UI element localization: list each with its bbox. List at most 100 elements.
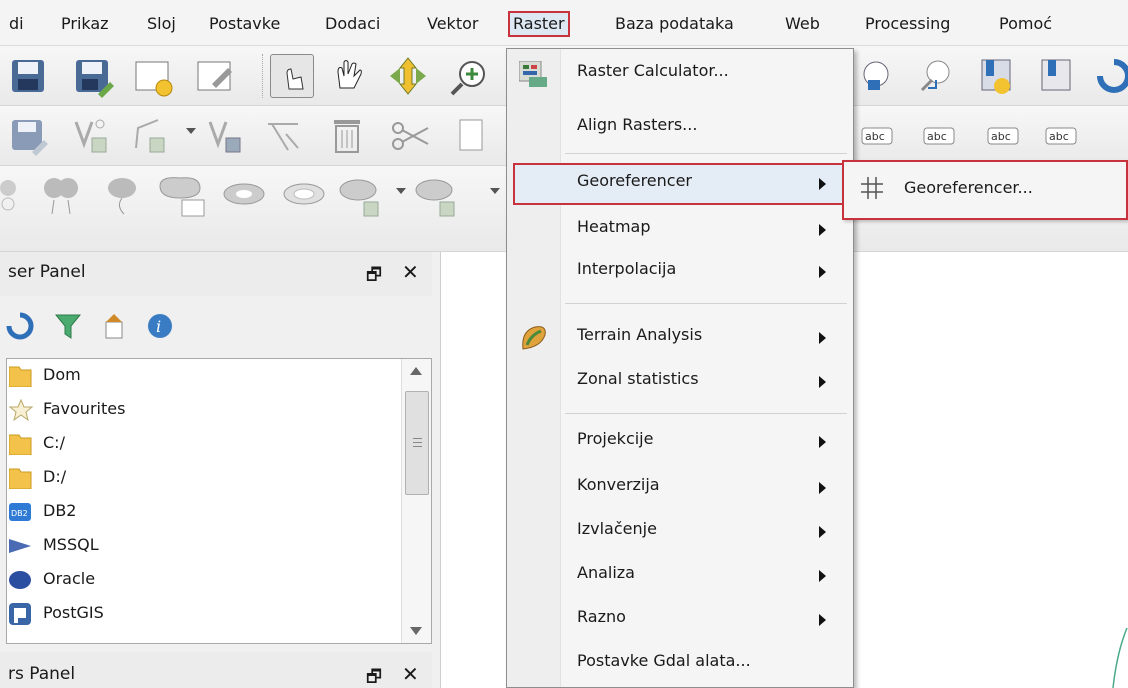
folder-icon — [8, 433, 33, 456]
menu-item-analiza[interactable]: Analiza — [513, 555, 849, 597]
collapse-all-icon[interactable] — [100, 312, 128, 340]
fill-ring-icon[interactable] — [156, 174, 214, 218]
toolbar-separator — [262, 54, 264, 98]
label-abc-icon[interactable]: abc — [860, 114, 894, 158]
menu-item-postavke-gdal-alata[interactable]: Postavke Gdal alata... — [513, 643, 849, 685]
layers-panel-header: rs Panel 🗗 ✕ — [0, 652, 432, 688]
menu-item-postavke[interactable]: Postavke — [206, 11, 283, 37]
scroll-up-icon[interactable] — [410, 367, 422, 375]
layout-manager-icon[interactable] — [194, 54, 238, 98]
menu-item-konverzija[interactable]: Konverzija — [513, 467, 849, 509]
tree-item-postgis[interactable]: PostGIS — [7, 597, 397, 631]
float-panel-icon[interactable]: 🗗 — [366, 262, 382, 291]
menu-item-align-rasters[interactable]: Align Rasters... — [513, 107, 849, 149]
save-as-icon[interactable] — [70, 54, 114, 98]
menu-item-label: Izvlačenje — [577, 519, 657, 538]
identify-icon[interactable] — [854, 54, 898, 98]
delete-selected-icon[interactable] — [326, 114, 370, 158]
close-panel-icon[interactable]: ✕ — [402, 662, 419, 686]
pan-to-selection-icon[interactable] — [386, 54, 430, 98]
new-bookmark-icon[interactable] — [1034, 54, 1078, 98]
reshape-icon[interactable] — [338, 174, 382, 218]
zoom-to-layer-icon[interactable] — [914, 54, 958, 98]
menu-item-terrain-analysis[interactable]: Terrain Analysis — [513, 317, 849, 359]
submenu-arrow-icon — [819, 266, 826, 278]
refresh-icon[interactable] — [6, 312, 34, 340]
close-panel-icon[interactable]: ✕ — [402, 260, 419, 284]
label-abc-icon[interactable]: abc — [1044, 114, 1078, 158]
add-part-icon[interactable] — [100, 174, 144, 218]
add-line-icon[interactable] — [130, 114, 174, 158]
tree-item-label: D:/ — [43, 467, 67, 486]
menu-item-raster-calculator[interactable]: Raster Calculator... — [513, 53, 849, 95]
menu-item-pomoc[interactable]: Pomoć — [996, 11, 1055, 37]
menu-item-izvlacenje[interactable]: Izvlačenje — [513, 511, 849, 553]
menu-item-heatmap[interactable]: Heatmap — [513, 209, 849, 251]
offset-curve-icon[interactable] — [414, 174, 458, 218]
submenu-arrow-icon — [819, 570, 826, 582]
label-abc-icon[interactable]: abc — [922, 114, 956, 158]
menu-item-zonal-statistics[interactable]: Zonal statistics — [513, 361, 849, 403]
menu-bar: di Prikaz Sloj Postavke Dodaci Vektor Ra… — [0, 0, 1128, 46]
copy-features-icon[interactable] — [446, 114, 490, 158]
scroll-down-icon[interactable] — [410, 627, 422, 635]
scroll-thumb[interactable] — [405, 391, 429, 495]
tree-item-oracle[interactable]: Oracle — [7, 563, 397, 597]
submenu-arrow-icon — [819, 482, 826, 494]
menu-item-vektor[interactable]: Vektor — [424, 11, 481, 37]
menu-item-label: Postavke Gdal alata... — [577, 651, 751, 670]
add-ring-icon[interactable] — [40, 174, 84, 218]
tree-item-mssql[interactable]: MSSQL — [7, 529, 397, 563]
menu-item-projekcije[interactable]: Projekcije — [513, 421, 849, 463]
simplify-feature-icon[interactable] — [0, 174, 30, 218]
info-icon[interactable]: i — [146, 312, 174, 340]
float-panel-icon[interactable]: 🗗 — [366, 664, 382, 688]
label-abc-icon[interactable]: abc — [986, 114, 1020, 158]
move-feature-icon[interactable] — [204, 114, 248, 158]
add-point-icon[interactable] — [70, 114, 114, 158]
refresh-icon[interactable] — [1092, 54, 1128, 98]
new-print-layout-icon[interactable] — [132, 54, 176, 98]
dropdown-arrow-icon[interactable] — [186, 128, 196, 134]
submenu-arrow-icon — [819, 224, 826, 236]
scrollbar[interactable] — [401, 359, 431, 643]
submenu-arrow-icon — [819, 376, 826, 388]
menu-item-dodaci[interactable]: Dodaci — [322, 11, 383, 37]
menu-item-uredi[interactable]: di — [6, 11, 27, 37]
zoom-in-icon[interactable] — [446, 54, 490, 98]
tree-item-favourites[interactable]: Favourites — [7, 393, 397, 427]
cut-features-icon[interactable] — [388, 114, 432, 158]
tree-item-dom[interactable]: Dom — [7, 359, 397, 393]
browser-tree[interactable]: Dom Favourites C:/ D:/ DB2 DB2 MSSQL Ora… — [6, 358, 432, 644]
tree-item-db2[interactable]: DB2 DB2 — [7, 495, 397, 529]
node-tool-icon[interactable] — [262, 114, 306, 158]
show-bookmarks-icon[interactable] — [974, 54, 1018, 98]
terrain-analysis-icon — [521, 325, 547, 351]
touch-zoom-icon[interactable] — [270, 54, 314, 98]
delete-part-icon[interactable] — [282, 174, 326, 218]
browser-panel-header: ser Panel 🗗 ✕ — [0, 252, 432, 296]
pan-map-icon[interactable] — [326, 54, 370, 98]
menu-item-georeferencer-plugin[interactable]: Georeferencer... — [844, 162, 1128, 218]
filter-icon[interactable] — [54, 312, 82, 340]
save-project-icon[interactable] — [6, 54, 50, 98]
dropdown-arrow-icon[interactable] — [396, 188, 406, 194]
menu-item-baza-podataka[interactable]: Baza podataka — [612, 11, 737, 37]
save-edits-icon[interactable] — [6, 114, 50, 158]
tree-item-c-drive[interactable]: C:/ — [7, 427, 397, 461]
menu-item-processing[interactable]: Processing — [862, 11, 953, 37]
menu-item-raster[interactable]: Raster — [508, 11, 570, 37]
star-icon — [8, 398, 34, 422]
menu-item-sloj[interactable]: Sloj — [144, 11, 179, 37]
menu-item-razno[interactable]: Razno — [513, 599, 849, 641]
menu-item-prikaz[interactable]: Prikaz — [58, 11, 112, 37]
menu-item-georeferencer[interactable]: Georeferencer — [513, 163, 849, 205]
tree-item-d-drive[interactable]: D:/ — [7, 461, 397, 495]
svg-text:DB2: DB2 — [11, 509, 28, 518]
delete-ring-icon[interactable] — [222, 174, 266, 218]
dropdown-arrow-icon[interactable] — [490, 188, 500, 194]
submenu-arrow-icon — [819, 526, 826, 538]
menu-item-interpolacija[interactable]: Interpolacija — [513, 251, 849, 293]
menu-item-label: Konverzija — [577, 475, 660, 494]
menu-item-web[interactable]: Web — [782, 11, 823, 37]
